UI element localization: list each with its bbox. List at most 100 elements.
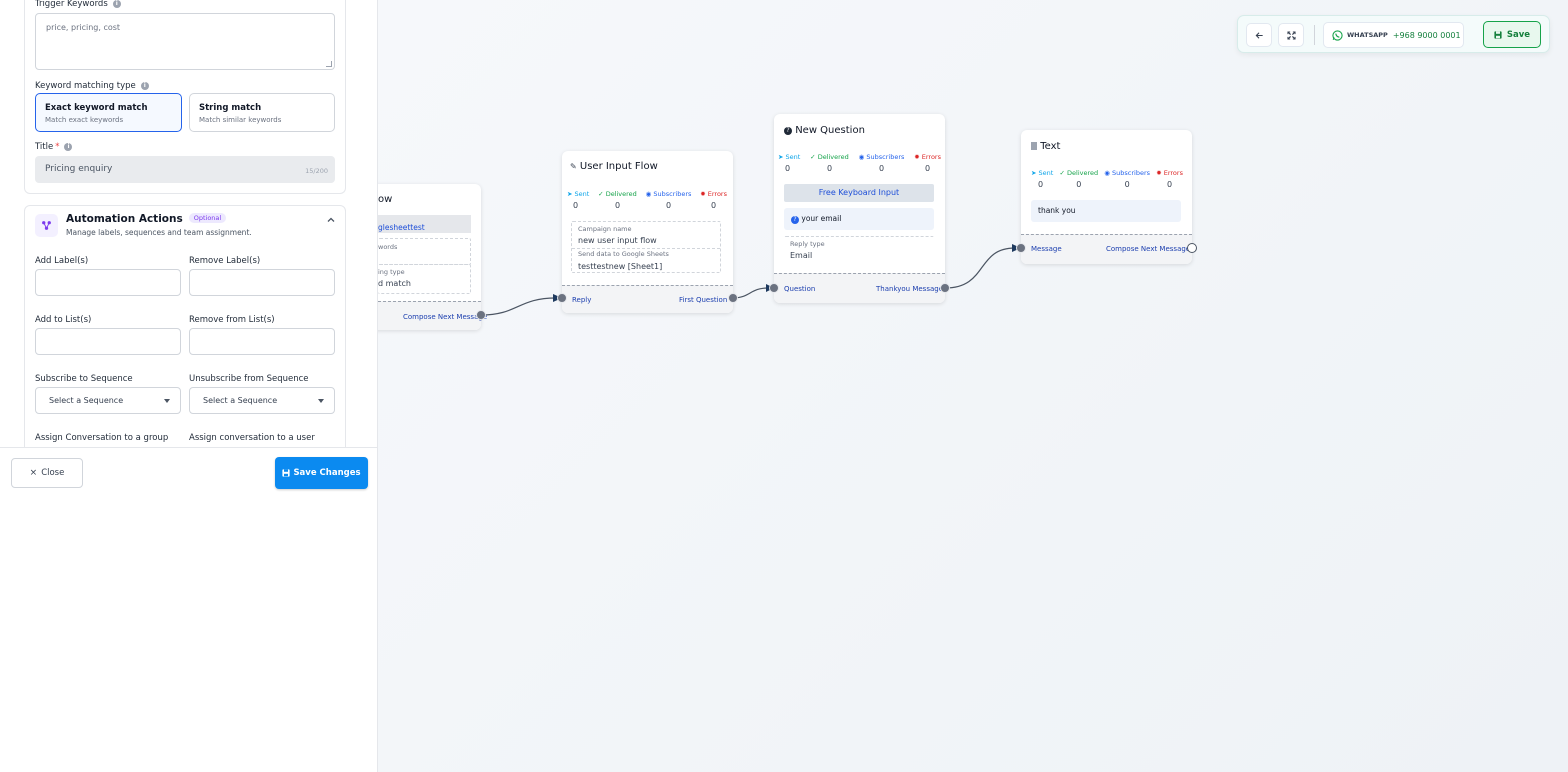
add-to-list-label: Add to List(s) [35,315,92,325]
fit-view-icon [1286,30,1296,40]
port-in[interactable] [1016,243,1026,253]
node-stats: ➤ Sent 0 ✓ Delivered 0 ◉ Subscribers 0 ✹ Er… [1031,169,1183,189]
panel-scroll-area[interactable]: Trigger Keywords i price, pricing, cost K… [0,0,377,447]
trigger-keywords-textarea[interactable]: price, pricing, cost [35,13,335,70]
trigger-node[interactable]: ow glesheettest words ing type d match C… [378,184,487,330]
save-button[interactable]: Save [1483,21,1541,48]
port-out[interactable] [476,310,486,320]
question-node[interactable]: ? New Question ➤ Sent 0 ✓ Delivered 0 ◉ Su… [774,114,945,303]
automation-icon [35,214,58,237]
port-in-label: Message [1031,245,1062,253]
node-title: Text [1031,141,1060,152]
close-button[interactable]: × Close [11,458,83,488]
add-labels-label: Add Label(s) [35,256,89,266]
user-circle-icon: ◉ [645,190,652,198]
campaign-chip: glesheettest [378,215,471,233]
node-footer: Compose Next Message [378,301,487,330]
unsubscribe-sequence-label: Unsubscribe from Sequence [189,374,309,384]
port-out[interactable] [940,283,950,293]
text-icon [1031,142,1037,150]
edge-2 [732,287,769,299]
port-in[interactable] [557,293,567,303]
question-icon: ? [784,127,792,135]
canvas-toolbar: WHATSAPP +968 9000 0001 Save [1237,15,1550,53]
keyword-matching-label: Keyword matching type i [35,81,149,91]
user-circle-icon: ◉ [858,153,865,161]
resize-handle[interactable] [326,61,332,67]
port-in-label: Question [784,285,816,293]
port-out[interactable] [1187,243,1197,253]
node-title: ✎ User Input Flow [570,161,658,172]
flow-edges [480,244,1021,316]
save-changes-button[interactable]: Save Changes [275,457,368,489]
remove-from-list-label: Remove from List(s) [189,315,275,325]
port-in[interactable] [769,283,779,293]
title-label: Title * i [35,142,73,152]
add-labels-input[interactable] [35,269,181,296]
node-title: ow [378,194,393,205]
exact-match-option[interactable]: Exact keyword match Match exact keywords [35,93,182,132]
unsubscribe-sequence-select[interactable]: Select a Sequence [189,387,335,414]
user-input-node[interactable]: ✎ User Input Flow ➤ Sent 0 ✓ Delivered 0 ◉… [562,151,733,313]
remove-labels-input[interactable] [189,269,335,296]
send-icon: ➤ [778,153,784,161]
add-to-list-input[interactable] [35,328,181,355]
whatsapp-icon [1332,29,1343,41]
port-out-label: Thankyou Message [876,285,944,293]
port-out[interactable] [728,293,738,303]
flow-canvas[interactable]: WHATSAPP +968 9000 0001 Save ow glesheet… [378,0,1568,772]
port-out-label: First Question [679,296,728,304]
automation-subtitle: Manage labels, sequences and team assign… [66,228,252,237]
title-input[interactable]: Pricing enquiry 15/200 [35,156,335,183]
fit-view-button[interactable] [1278,23,1304,47]
caret-down-icon [318,399,324,403]
back-arrow-icon [1255,31,1263,39]
edge-3 [944,247,1016,289]
caret-down-icon [164,399,170,403]
subscribe-sequence-select[interactable]: Select a Sequence [35,387,181,414]
port-in-label: Reply [572,296,592,304]
trigger-keywords-label: Trigger Keywords i [35,0,121,9]
char-counter: 15/200 [305,167,328,175]
node-title: ? New Question [784,125,865,136]
node-footer: Reply First Question [562,285,733,313]
error-icon: ✹ [700,190,706,198]
node-stats: ➤ Sent 0 ✓ Delivered 0 ◉ Subscribers 0 ✹ Er… [567,190,727,210]
question-text: ? your email [784,208,934,230]
save-icon [1494,30,1502,39]
remove-labels-label: Remove Label(s) [189,256,261,266]
text-node[interactable]: Text ➤ Sent 0 ✓ Delivered 0 ◉ Subscribers 0… [1021,130,1192,264]
check-circle-icon: ✓ [810,153,816,161]
keywords-box: words [378,238,471,265]
message-bubble: thank you [1031,200,1181,222]
send-icon: ➤ [1031,169,1037,177]
subscribe-sequence-label: Subscribe to Sequence [35,374,133,384]
save-icon [282,469,291,477]
whatsapp-label: WHATSAPP [1347,31,1388,39]
node-footer: Question Thankyou Message [774,273,945,303]
back-button[interactable] [1246,23,1272,47]
send-icon: ➤ [567,190,573,198]
option-title: Exact keyword match [45,103,148,113]
info-icon: i [112,0,121,8]
port-out-label: Compose Next Message [403,313,488,321]
string-match-option[interactable]: String match Match similar keywords [189,93,335,132]
reply-type-box: Reply type Email [784,236,934,263]
toolbar-divider [1314,25,1315,45]
error-icon: ✹ [1156,169,1162,177]
check-circle-icon: ✓ [598,190,604,198]
user-circle-icon: ◉ [1104,169,1110,177]
matching-box: ing type d match [378,264,471,294]
question-icon: ? [791,216,799,224]
chevron-up-icon[interactable] [326,215,336,225]
assign-user-label: Assign conversation to a user [189,433,315,443]
info-icon: i [140,82,149,90]
option-title: String match [199,103,262,113]
whatsapp-account-chip[interactable]: WHATSAPP +968 9000 0001 [1323,22,1464,48]
info-icon: i [64,143,73,151]
assign-group-label: Assign Conversation to a group [35,433,169,443]
input-icon: ✎ [570,162,577,171]
port-out-label: Compose Next Message [1106,245,1191,253]
free-keyboard-input-chip: Free Keyboard Input [784,184,934,202]
remove-from-list-input[interactable] [189,328,335,355]
